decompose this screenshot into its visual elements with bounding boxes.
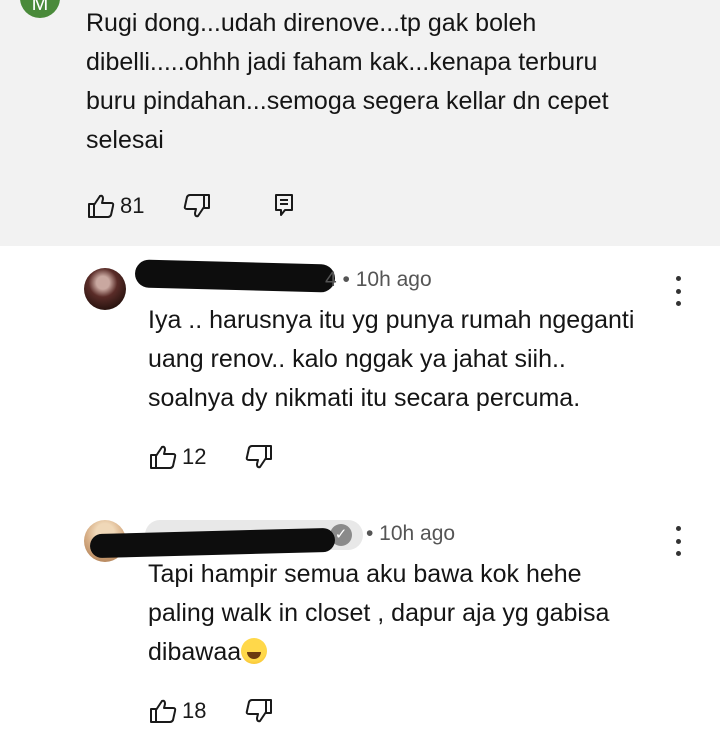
thumbs-down-icon	[245, 699, 272, 723]
grinning-sweat-emoji	[241, 638, 268, 664]
like-button[interactable]: 81	[86, 192, 144, 220]
reply-text-body: Tapi hampir semua aku bawa kok hehe pali…	[148, 560, 610, 666]
reply-like-button[interactable]: 18	[148, 697, 206, 725]
comment-text: Rugi dong...udah direnove...tp gak boleh…	[86, 9, 609, 154]
reply-text: Iya .. harusnya itu yg punya rumah ngega…	[148, 306, 635, 412]
like-count: 81	[120, 193, 145, 218]
dislike-button[interactable]	[182, 192, 212, 220]
reply-meta: 4 • 10h ago	[325, 268, 432, 292]
thumbs-down-icon	[245, 445, 272, 469]
reply-icon	[275, 194, 293, 216]
avatar-letter: M	[31, 0, 49, 15]
reply-like-button[interactable]: 12	[148, 443, 206, 471]
reply-timestamp: • 10h ago	[366, 522, 456, 545]
thumbs-down-icon	[183, 194, 210, 218]
thumbs-up-icon	[88, 194, 115, 218]
thumbs-up-icon	[150, 445, 177, 469]
username-suffix: 4	[325, 268, 337, 291]
reply-button[interactable]	[273, 192, 295, 218]
reply-like-count: 12	[182, 444, 207, 469]
reply-dislike-button[interactable]	[244, 697, 274, 725]
reply-meta: • 10h ago	[366, 522, 455, 546]
reply-text: Tapi hampir semua aku bawa kok hehe pali…	[148, 555, 708, 672]
reply-avatar[interactable]	[84, 268, 126, 310]
more-vert-icon[interactable]	[668, 526, 688, 556]
redacted-username	[134, 259, 336, 293]
redacted-username	[89, 527, 336, 559]
reply-dislike-button[interactable]	[244, 443, 274, 471]
reply-like-count: 18	[182, 698, 207, 723]
thumbs-up-icon	[150, 699, 177, 723]
reply-timestamp: • 10h ago	[342, 268, 432, 291]
